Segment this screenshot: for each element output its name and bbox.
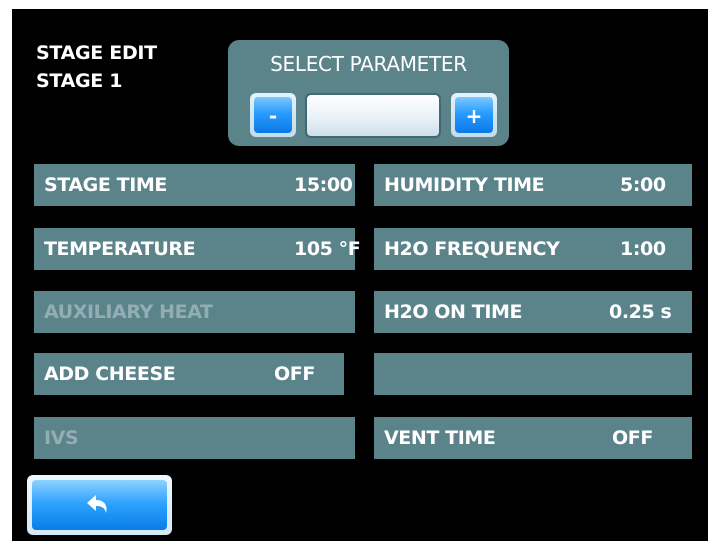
param-stage-time[interactable]: STAGE TIME 15:00 [34, 164, 355, 206]
param-ivs: IVS [34, 417, 355, 459]
param-label: TEMPERATURE [44, 238, 196, 260]
minus-icon: - [254, 97, 292, 133]
param-label: VENT TIME [384, 427, 496, 449]
param-label: AUXILIARY HEAT [44, 301, 213, 323]
back-button[interactable] [27, 475, 172, 535]
param-label: ADD CHEESE [44, 363, 176, 385]
param-h2o-on-time[interactable]: H2O ON TIME 0.25 s [374, 291, 692, 333]
param-label: HUMIDITY TIME [384, 174, 545, 196]
stage-label: STAGE 1 [36, 70, 123, 92]
select-parameter-panel: SELECT PARAMETER - + [228, 40, 509, 146]
param-vent-time[interactable]: VENT TIME OFF [374, 417, 692, 459]
param-h2o-frequency[interactable]: H2O FREQUENCY 1:00 [374, 228, 692, 270]
param-label: H2O FREQUENCY [384, 238, 560, 260]
plus-icon: + [455, 97, 493, 133]
param-value: 5:00 [620, 174, 666, 196]
param-value: OFF [274, 363, 315, 385]
decrement-button[interactable]: - [250, 93, 296, 137]
param-add-cheese[interactable]: ADD CHEESE OFF [34, 353, 344, 395]
param-value: 0.25 s [609, 301, 672, 323]
param-label: H2O ON TIME [384, 301, 523, 323]
hmi-screen: STAGE EDIT STAGE 1 SELECT PARAMETER - + … [12, 9, 708, 541]
param-value: 105 °F [294, 238, 361, 260]
param-auxiliary-heat: AUXILIARY HEAT [34, 291, 355, 333]
screen-title: STAGE EDIT [36, 42, 157, 64]
param-empty-slot[interactable] [374, 353, 692, 395]
increment-button[interactable]: + [451, 93, 497, 137]
parameter-value-display[interactable] [305, 93, 441, 138]
param-label: IVS [44, 427, 79, 449]
param-humidity-time[interactable]: HUMIDITY TIME 5:00 [374, 164, 692, 206]
select-parameter-label: SELECT PARAMETER [270, 52, 467, 76]
param-temperature[interactable]: TEMPERATURE 105 °F [34, 228, 361, 270]
back-arrow-icon [87, 495, 107, 513]
param-value: OFF [612, 427, 653, 449]
param-value: 1:00 [620, 238, 666, 260]
param-value: 15:00 [294, 174, 353, 196]
param-label: STAGE TIME [44, 174, 167, 196]
